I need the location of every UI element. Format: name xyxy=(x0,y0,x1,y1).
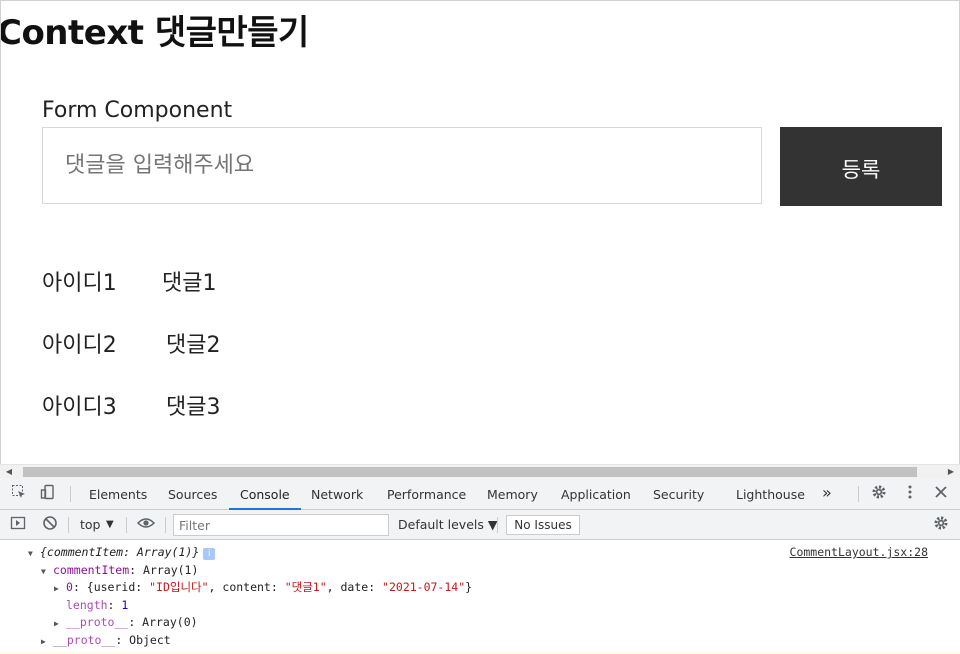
close-icon[interactable] xyxy=(931,484,951,504)
property-value: : Array(0) xyxy=(128,615,198,629)
tab-network[interactable]: Network xyxy=(311,478,363,510)
property-key: 0 xyxy=(66,580,73,594)
tab-security[interactable]: Security xyxy=(653,478,704,510)
console-source-link[interactable]: CommentLayout.jsx:28 xyxy=(790,545,928,559)
submit-button[interactable]: 등록 xyxy=(780,127,942,206)
scrollbar-thumb[interactable] xyxy=(23,467,917,477)
devtools-tab-bar: Elements Sources Console Network Perform… xyxy=(0,478,960,510)
comment-item: 아이디2 댓글2 xyxy=(42,327,220,389)
devtools-panel: Elements Sources Console Network Perform… xyxy=(0,478,960,654)
comment-text: 댓글2 xyxy=(166,333,221,358)
string-value: "댓글1" xyxy=(284,580,327,594)
property-key: __proto__ xyxy=(66,615,129,629)
tab-console[interactable]: Console xyxy=(229,478,301,510)
string-value: "2021-07-14" xyxy=(382,580,466,594)
device-toolbar-icon[interactable] xyxy=(38,484,58,504)
comment-user-id: 아이디1 xyxy=(42,271,117,296)
comment-user-id: 아이디2 xyxy=(42,333,117,358)
string-value: "ID입니다" xyxy=(149,580,209,594)
tab-application[interactable]: Application xyxy=(561,478,631,510)
comment-item: 아이디1 댓글1 xyxy=(42,265,220,327)
log-object-summary: {commentItem: Array(1)} xyxy=(40,545,200,559)
console-tree-row[interactable]: ▶ 0: {userid: "ID입니다", content: "댓글1", da… xyxy=(54,579,472,596)
property-key: commentItem xyxy=(53,563,130,577)
gear-icon[interactable] xyxy=(869,484,889,504)
expand-triangle-icon[interactable]: ▼ xyxy=(28,545,40,562)
collapsed-triangle-icon[interactable]: ▶ xyxy=(54,580,66,597)
console-toolbar: top ▼ Default levels ▼ No Issues xyxy=(0,510,960,540)
browser-window: Context 댓글만들기 Form Component 등록 아이디1 댓글1… xyxy=(0,0,960,654)
number-value: 1 xyxy=(121,598,129,612)
page-viewport: Context 댓글만들기 Form Component 등록 아이디1 댓글1… xyxy=(0,0,960,464)
console-filter-input[interactable] xyxy=(173,514,389,536)
comment-item: 아이디3 댓글3 xyxy=(42,389,220,451)
form-component-label: Form Component xyxy=(42,98,233,123)
info-icon: i xyxy=(203,548,216,560)
console-settings-gear-icon[interactable] xyxy=(931,515,951,535)
comment-user-id: 아이디3 xyxy=(42,395,117,420)
issues-badge[interactable]: No Issues xyxy=(506,515,580,535)
horizontal-scrollbar[interactable]: ◀ ▶ xyxy=(0,464,960,478)
tab-memory[interactable]: Memory xyxy=(487,478,538,510)
comment-list: 아이디1 댓글1 아이디2 댓글2 아이디3 댓글3 xyxy=(42,265,220,451)
console-log-entry[interactable]: ▼ {commentItem: Array(1)} i xyxy=(28,544,216,562)
expand-triangle-icon[interactable]: ▼ xyxy=(41,563,53,580)
log-levels-dropdown[interactable]: Default levels ▼ xyxy=(398,510,497,540)
page-title: Context 댓글만들기 xyxy=(0,13,309,53)
console-tree-row[interactable]: ▼ commentItem: Array(1) xyxy=(41,562,198,579)
kebab-menu-icon[interactable] xyxy=(900,484,920,504)
more-tabs-chevron-icon[interactable]: » xyxy=(822,478,832,510)
console-sidebar-icon[interactable] xyxy=(8,515,28,535)
comment-text: 댓글3 xyxy=(166,395,221,420)
console-tree-row[interactable]: ▶ __proto__: Array(0) xyxy=(54,614,198,631)
context-selector[interactable]: top xyxy=(80,510,100,540)
clear-console-icon[interactable] xyxy=(40,515,60,535)
collapsed-triangle-icon[interactable]: ▶ xyxy=(41,633,53,650)
property-value: : Object xyxy=(115,633,171,647)
inspect-element-icon[interactable] xyxy=(9,484,29,504)
tab-elements[interactable]: Elements xyxy=(89,478,147,510)
property-key: length xyxy=(66,598,108,612)
console-output: CommentLayout.jsx:28 ▼ {commentItem: Arra… xyxy=(0,540,960,654)
comment-input[interactable] xyxy=(42,127,762,204)
console-tree-row: length: 1 xyxy=(66,598,129,612)
property-value: : Array(1) xyxy=(129,563,199,577)
tab-sources[interactable]: Sources xyxy=(168,478,217,510)
tab-lighthouse[interactable]: Lighthouse xyxy=(736,478,805,510)
comment-text: 댓글1 xyxy=(162,271,217,296)
property-key: __proto__ xyxy=(53,633,116,647)
scroll-right-arrow-icon[interactable]: ▶ xyxy=(944,465,958,479)
tab-performance[interactable]: Performance xyxy=(387,478,466,510)
console-tree-row[interactable]: ▶ __proto__: Object xyxy=(41,632,171,649)
scroll-left-arrow-icon[interactable]: ◀ xyxy=(2,465,16,479)
context-dropdown-arrow-icon[interactable]: ▼ xyxy=(106,510,114,540)
live-expression-eye-icon[interactable] xyxy=(136,515,156,535)
collapsed-triangle-icon[interactable]: ▶ xyxy=(54,615,66,632)
